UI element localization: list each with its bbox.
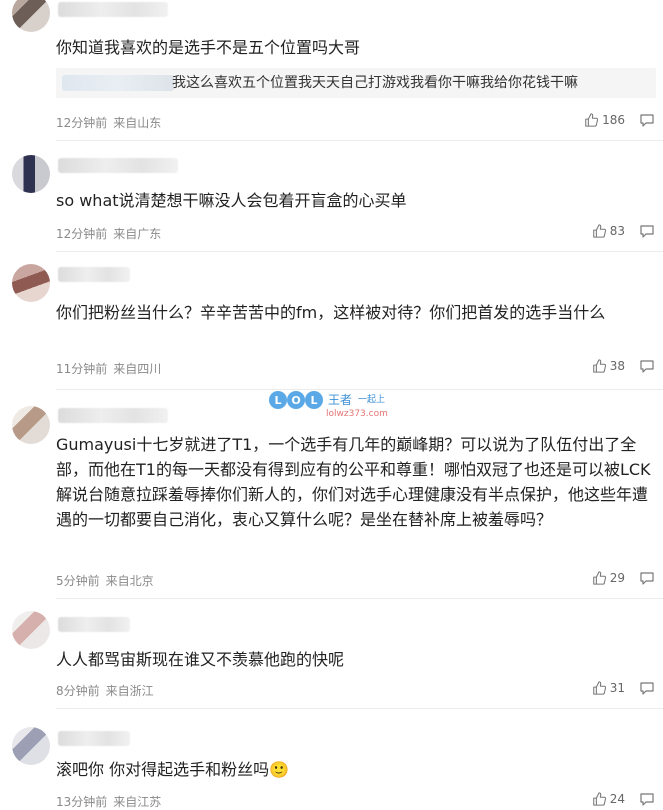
comment-icon[interactable] — [639, 358, 655, 374]
username[interactable] — [58, 408, 168, 423]
comment-location: 来自四川 — [113, 362, 162, 376]
like-count: 31 — [609, 681, 625, 695]
avatar[interactable] — [12, 0, 50, 32]
comment-icon[interactable] — [639, 570, 655, 586]
comment-meta: 12分钟前 来自山东 — [56, 114, 167, 131]
like-button[interactable]: 38 — [592, 359, 625, 373]
comment-location: 来自江苏 — [113, 795, 162, 809]
username[interactable] — [58, 267, 130, 282]
comment-location: 来自北京 — [105, 574, 154, 588]
quoted-reply[interactable]: 我这么喜欢五个位置我天天自己打游戏我看你干嘛我给你花钱干嘛 — [56, 68, 656, 98]
avatar[interactable] — [12, 611, 50, 649]
svg-text:王者: 王者 — [328, 393, 352, 407]
comment-location: 来自浙江 — [105, 684, 154, 698]
comment-text: so what说清楚想干嘛没人会包着开盲盒的心买单 — [56, 191, 407, 210]
comment-meta: 13分钟前 来自江苏 — [56, 793, 167, 810]
thumbs-up-icon — [592, 359, 606, 373]
like-button[interactable]: 186 — [584, 113, 625, 127]
username[interactable] — [58, 731, 130, 746]
svg-text:一起上: 一起上 — [358, 394, 385, 405]
avatar[interactable] — [12, 406, 50, 444]
comment-icon[interactable] — [639, 680, 655, 696]
comment-time: 13分钟前 — [56, 795, 108, 809]
like-button[interactable]: 24 — [592, 792, 625, 806]
username[interactable] — [58, 2, 168, 17]
quoted-username — [62, 75, 174, 91]
like-button[interactable]: 31 — [592, 681, 625, 695]
comment-text-content: 滚吧你 你对得起选手和粉丝吗 — [56, 760, 270, 779]
comment-item: 人人都骂宙斯现在谁又不羡慕他跑的快呢 8分钟前 来自浙江 31 — [0, 599, 663, 708]
like-button[interactable]: 83 — [592, 224, 625, 238]
comment-meta: 12分钟前 来自广东 — [56, 225, 167, 242]
comment-item: 滚吧你 你对得起选手和粉丝吗🙂 13分钟前 来自江苏 24 — [0, 709, 663, 809]
username[interactable] — [58, 158, 178, 173]
svg-text:L: L — [274, 394, 281, 407]
comment-text: Gumayusi十七岁就进了T1，一个选手有几年的巅峰期？可以说为了队伍付出了全… — [56, 435, 651, 529]
comment-time: 5分钟前 — [56, 574, 100, 588]
comment-time: 11分钟前 — [56, 362, 108, 376]
avatar[interactable] — [12, 264, 50, 302]
comment-icon[interactable] — [639, 112, 655, 128]
like-count: 186 — [602, 113, 625, 127]
like-count: 38 — [609, 359, 625, 373]
comment-location: 来自广东 — [113, 227, 162, 241]
comment-text: 你们把粉丝当什么？辛辛苦苦中的fm，这样被对待？你们把首发的选手当什么 — [56, 303, 606, 322]
thumbs-up-icon — [592, 792, 606, 806]
comment-meta: 11分钟前 来自四川 — [56, 360, 167, 377]
thumbs-up-icon — [592, 681, 606, 695]
smile-emoji-icon: 🙂 — [269, 760, 290, 779]
username[interactable] — [58, 617, 130, 632]
like-button[interactable]: 29 — [592, 571, 625, 585]
thumbs-up-icon — [585, 113, 599, 127]
comment-text: 人人都骂宙斯现在谁又不羡慕他跑的快呢 — [56, 650, 345, 669]
svg-text:lolwz373.com: lolwz373.com — [326, 409, 388, 419]
thumbs-up-icon — [592, 224, 606, 238]
comment-icon[interactable] — [639, 223, 655, 239]
like-count: 29 — [609, 571, 625, 585]
like-count: 24 — [609, 792, 625, 806]
comment-time: 8分钟前 — [56, 684, 100, 698]
comment-text: 你知道我喜欢的是选手不是五个位置吗大哥 — [56, 38, 361, 57]
thumbs-up-icon — [592, 571, 606, 585]
comment-meta: 8分钟前 来自浙江 — [56, 682, 160, 699]
svg-text:L: L — [310, 394, 317, 407]
comment-text: 滚吧你 你对得起选手和粉丝吗🙂 — [56, 757, 653, 782]
comment-location: 来自山东 — [113, 116, 162, 130]
comment-meta: 5分钟前 来自北京 — [56, 572, 160, 589]
comment-time: 12分钟前 — [56, 227, 108, 241]
comment-item: 你们把粉丝当什么？辛辛苦苦中的fm，这样被对待？你们把首发的选手当什么 11分钟… — [0, 252, 663, 389]
site-watermark: L O L 王者 一起上 lolwz373.com — [268, 388, 398, 422]
avatar[interactable] — [12, 727, 50, 765]
comment-time: 12分钟前 — [56, 116, 108, 130]
comment-item: 你知道我喜欢的是选手不是五个位置吗大哥 我这么喜欢五个位置我天天自己打游戏我看你… — [0, 0, 663, 140]
quoted-text: 我这么喜欢五个位置我天天自己打游戏我看你干嘛我给你花钱干嘛 — [172, 75, 578, 91]
comment-item: so what说清楚想干嘛没人会包着开盲盒的心买单 12分钟前 来自广东 83 — [0, 141, 663, 251]
like-count: 83 — [609, 224, 625, 238]
svg-text:O: O — [291, 394, 300, 407]
avatar[interactable] — [12, 155, 50, 193]
